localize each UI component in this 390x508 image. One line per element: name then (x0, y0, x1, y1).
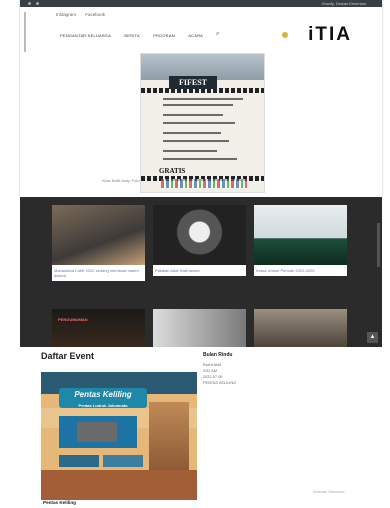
poster-text-line (163, 104, 233, 106)
card-image (153, 205, 246, 265)
brand-main: iTIA (308, 24, 352, 45)
poster-photo (77, 422, 117, 442)
poster-info-block (103, 455, 143, 467)
poster-subtitle: Pentas Ludruk Jokomuda (78, 403, 128, 408)
nav-item-acara[interactable]: ACARA (188, 33, 203, 38)
card-image (254, 309, 347, 347)
poster-title: FIFEST (169, 76, 217, 89)
event-poster[interactable]: Pentas Keliling Pentas Ludruk Jokomuda (41, 372, 197, 500)
card-caption[interactable]: Mahasiswa LAMI 2022 sedang membuat mater… (52, 265, 145, 281)
poster-title-text: Pentas Keliling (74, 390, 132, 399)
poster-title: Pentas Keliling Pentas Ludruk Jokomuda (59, 388, 147, 408)
nav-item-pengantar[interactable]: PENGANTAR KELUARGA (60, 33, 111, 38)
nav-item-berita[interactable]: BERITA (124, 33, 139, 38)
event-title[interactable]: Pentas Keliling (43, 500, 76, 505)
event-heading: Daftar Event (41, 351, 95, 361)
card-image (52, 309, 145, 347)
grid-card[interactable] (153, 309, 246, 347)
scrollbar[interactable] (377, 223, 380, 267)
instagram-link[interactable]: Instagram (56, 12, 76, 17)
side-scroll-indicator (24, 12, 26, 52)
event-meta: 2/22 AM (203, 369, 217, 373)
poster-text-line (163, 98, 243, 100)
event-month[interactable]: Bulan Rindu (203, 352, 232, 358)
poster-ruin (149, 402, 189, 472)
poster-text-line (163, 114, 223, 116)
poster-text-line (163, 132, 221, 134)
announcement-label: PENGUMUMAN (58, 317, 88, 322)
grid-card[interactable] (52, 309, 145, 347)
admin-bar: Howdy, Dewan Kesenian (20, 0, 382, 7)
photo-grid-panel: Mahasiswa LAMI 2022 sedang membuat mater… (20, 197, 382, 347)
featured-poster[interactable]: FIFEST GRATIS (140, 53, 265, 193)
grid-card[interactable]: Mahasiswa LAMI 2022 sedang membuat mater… (52, 205, 145, 281)
card-image (254, 205, 347, 265)
card-caption[interactable]: Ketua Umum Periode 2022-2025 (254, 265, 347, 276)
grid-card[interactable]: Ketua Umum Periode 2022-2025 (254, 205, 347, 276)
event-meta: 2022-07-09 (203, 375, 223, 379)
website-header-panel: Howdy, Dewan Kesenian Instagram Facebook… (20, 0, 382, 197)
site-logo[interactable]: iTIA (308, 24, 352, 46)
main-navigation: PENGANTAR KELUARGA BERITA PROGRAM ACARA (60, 33, 215, 38)
home-icon[interactable] (36, 2, 39, 5)
nav-item-program[interactable]: PROGRAM (153, 33, 175, 38)
card-image (52, 205, 145, 265)
poster-footer (41, 470, 197, 500)
admin-greeting[interactable]: Howdy, Dewan Kesenian (322, 1, 366, 6)
card-image (153, 309, 246, 347)
poster-text-line (163, 140, 229, 142)
event-panel: Daftar Event Bulan Rindu Event Aktif 2/2… (33, 347, 390, 508)
partner-logo-icon (282, 32, 288, 38)
poster-info-block (59, 455, 99, 467)
poster-caption: Kilas Balik Arsip Foto (102, 178, 140, 183)
facebook-link[interactable]: Facebook (85, 12, 105, 17)
poster-gratis: GRATIS (159, 167, 186, 175)
social-links: Instagram Facebook (56, 12, 113, 17)
grid-card[interactable]: Pakaian Adat Kalimantan (153, 205, 246, 276)
windows-watermark: Activate Windows (313, 489, 345, 494)
wordpress-icon[interactable] (28, 2, 31, 5)
grid-card[interactable] (254, 309, 347, 347)
poster-text-line (163, 158, 237, 160)
search-icon[interactable]: ⌕ (216, 31, 219, 38)
chevron-up-icon[interactable]: ▲ (367, 332, 378, 343)
event-meta: PENTAS KELILING (203, 381, 237, 385)
event-meta: Event Aktif (203, 363, 221, 367)
poster-text-line (163, 122, 235, 124)
sponsor-logos (161, 179, 247, 188)
poster-text-line (163, 150, 217, 152)
card-caption[interactable]: Pakaian Adat Kalimantan (153, 265, 246, 276)
